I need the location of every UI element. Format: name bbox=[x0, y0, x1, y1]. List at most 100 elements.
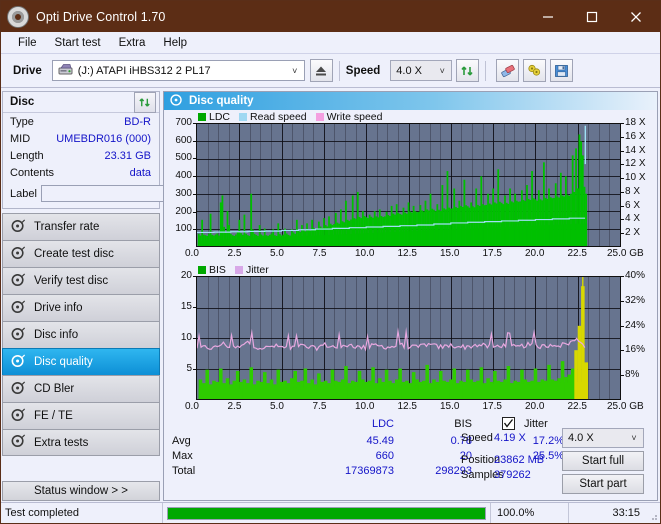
disc-value-length: 23.31 GB bbox=[104, 149, 151, 162]
disc-label-key: Label bbox=[10, 187, 37, 200]
save-button[interactable] bbox=[550, 59, 574, 82]
y-tick-label: 300 bbox=[175, 187, 192, 199]
sidebar-item-disc-info[interactable]: Disc info bbox=[2, 321, 160, 348]
erase-button[interactable] bbox=[496, 59, 520, 82]
jitter-checkbox[interactable] bbox=[502, 417, 515, 430]
legend-item-write-speed: Write speed bbox=[315, 111, 383, 123]
drive-value: (J:) ATAPI iHBS312 2 PL17 bbox=[77, 64, 211, 77]
progress-fill bbox=[168, 507, 485, 519]
sidebar-item-create-test-disc[interactable]: Create test disc bbox=[2, 240, 160, 267]
sidebar-item-label: Drive info bbox=[34, 302, 83, 314]
y-tick-label: 10 bbox=[180, 332, 192, 343]
app-window: Opti Drive Control 1.70 File Start test … bbox=[0, 0, 661, 524]
x-tick-label: 10.0 bbox=[355, 401, 375, 412]
x-tick-label: 7.5 bbox=[312, 401, 327, 412]
content-header: Disc quality bbox=[164, 92, 657, 110]
sidebar-item-cd-bler[interactable]: CD Bler bbox=[2, 375, 160, 402]
progress-percent: 100.0% bbox=[490, 503, 568, 523]
nav-list: Transfer rate Create test disc Verify te… bbox=[2, 213, 160, 456]
y2-tick-mark bbox=[621, 123, 624, 124]
sidebar-item-disc-quality[interactable]: Disc quality bbox=[2, 348, 160, 375]
legend-label: Jitter bbox=[245, 264, 269, 276]
y2-tick-mark bbox=[621, 178, 624, 180]
speed-value: 4.0 X bbox=[396, 64, 422, 77]
chart-bottom-legend: BIS Jitter bbox=[164, 264, 657, 276]
y-tick-mark bbox=[193, 229, 196, 231]
menu-item-help[interactable]: Help bbox=[154, 35, 196, 51]
menu-bar: File Start test Extra Help bbox=[1, 32, 660, 54]
toolbar-divider-2 bbox=[485, 60, 487, 81]
stats-col-bis: BIS bbox=[454, 418, 472, 430]
chevron-down-icon: ˅ bbox=[631, 433, 637, 443]
drive-select[interactable]: (J:) ATAPI iHBS312 2 PL17 ˅ bbox=[51, 60, 305, 81]
y2-tick-mark bbox=[621, 325, 624, 327]
chart-bottom-plot bbox=[196, 276, 621, 400]
x-tick-label: 17.5 bbox=[482, 401, 502, 412]
sidebar-item-label: Create test disc bbox=[34, 248, 114, 260]
sidebar-item-label: Disc info bbox=[34, 329, 79, 341]
sidebar-item-drive-info[interactable]: Drive info bbox=[2, 294, 160, 321]
disc-verify-icon bbox=[11, 272, 26, 290]
y2-tick-label: 4 X bbox=[625, 213, 641, 225]
y2-tick-label: 12 X bbox=[625, 158, 646, 170]
result-speed-value: 4.0 X bbox=[568, 432, 594, 444]
legend-swatch bbox=[239, 113, 248, 121]
x-tick-label: 25.0 GB bbox=[607, 248, 644, 259]
y2-tick-label: 18 X bbox=[625, 117, 646, 128]
stats-max-ldc: 660 bbox=[375, 450, 394, 462]
disc-quality-icon bbox=[170, 93, 183, 109]
sidebar-item-label: CD Bler bbox=[34, 383, 75, 395]
start-full-button[interactable]: Start full bbox=[562, 451, 644, 471]
menu-item-file[interactable]: File bbox=[9, 35, 46, 51]
x-tick-label: 5.0 bbox=[270, 401, 284, 412]
y-tick-label: 20 bbox=[180, 270, 192, 281]
y2-tick-mark bbox=[621, 219, 624, 221]
minimize-button[interactable] bbox=[526, 2, 570, 31]
refresh-button[interactable] bbox=[456, 59, 480, 82]
status-window-button[interactable]: Status window > > bbox=[2, 481, 160, 501]
x-tick-label: 7.5 bbox=[312, 248, 327, 259]
speed-select[interactable]: 4.0 X ˅ bbox=[390, 60, 453, 81]
maximize-button[interactable] bbox=[570, 2, 614, 31]
start-part-button[interactable]: Start part bbox=[562, 474, 644, 494]
menu-item-start-test[interactable]: Start test bbox=[46, 35, 110, 51]
y2-tick-mark bbox=[621, 164, 624, 166]
x-tick-label: 0.0 bbox=[185, 248, 199, 259]
sidebar-item-fe-te[interactable]: FE / TE bbox=[2, 402, 160, 429]
y2-tick-label: 40% bbox=[625, 270, 646, 281]
y-tick-mark bbox=[193, 158, 196, 160]
sidebar-item-label: Extra tests bbox=[34, 436, 89, 449]
status-text: Test completed bbox=[1, 503, 163, 523]
position-value: 23862 MB bbox=[494, 454, 545, 466]
resize-grip-icon[interactable] bbox=[646, 503, 660, 523]
jitter-label: Jitter bbox=[524, 418, 548, 430]
x-tick-label: 0.0 bbox=[185, 401, 199, 412]
y2-tick-mark bbox=[621, 205, 624, 207]
content-panel: Disc quality LDC Read speed Write speed … bbox=[163, 91, 658, 501]
x-tick-label: 12.5 bbox=[397, 401, 417, 412]
result-speed-select[interactable]: 4.0 X ˅ bbox=[562, 428, 644, 448]
y-tick-label: 100 bbox=[175, 223, 192, 235]
y2-tick-label: 8 X bbox=[625, 185, 641, 197]
y2-tick-mark bbox=[621, 375, 624, 377]
sidebar-item-verify-test-disc[interactable]: Verify test disc bbox=[2, 267, 160, 294]
eject-button[interactable] bbox=[309, 59, 333, 82]
menu-item-extra[interactable]: Extra bbox=[110, 35, 155, 51]
legend-swatch bbox=[198, 113, 206, 121]
y2-tick-label: 32% bbox=[625, 294, 646, 306]
x-tick-label: 20.0 bbox=[525, 401, 545, 412]
legend-label: BIS bbox=[209, 264, 226, 276]
tools-button[interactable] bbox=[523, 59, 547, 82]
disc-value-type: BD-R bbox=[124, 115, 151, 128]
sidebar-item-extra-tests[interactable]: Extra tests bbox=[2, 429, 160, 456]
disc-refresh-button[interactable] bbox=[134, 91, 156, 113]
y-tick-mark bbox=[193, 338, 196, 339]
disc-key-length: Length bbox=[10, 149, 44, 162]
sidebar-item-transfer-rate[interactable]: Transfer rate bbox=[2, 213, 160, 240]
y-tick-mark bbox=[193, 211, 196, 213]
legend-item-jitter: Jitter bbox=[234, 264, 269, 276]
y2-tick-label: 16% bbox=[625, 344, 646, 356]
close-button[interactable] bbox=[614, 2, 658, 31]
disc-row-length: Length 23.31 GB bbox=[3, 147, 159, 164]
y-tick-mark bbox=[193, 123, 196, 124]
